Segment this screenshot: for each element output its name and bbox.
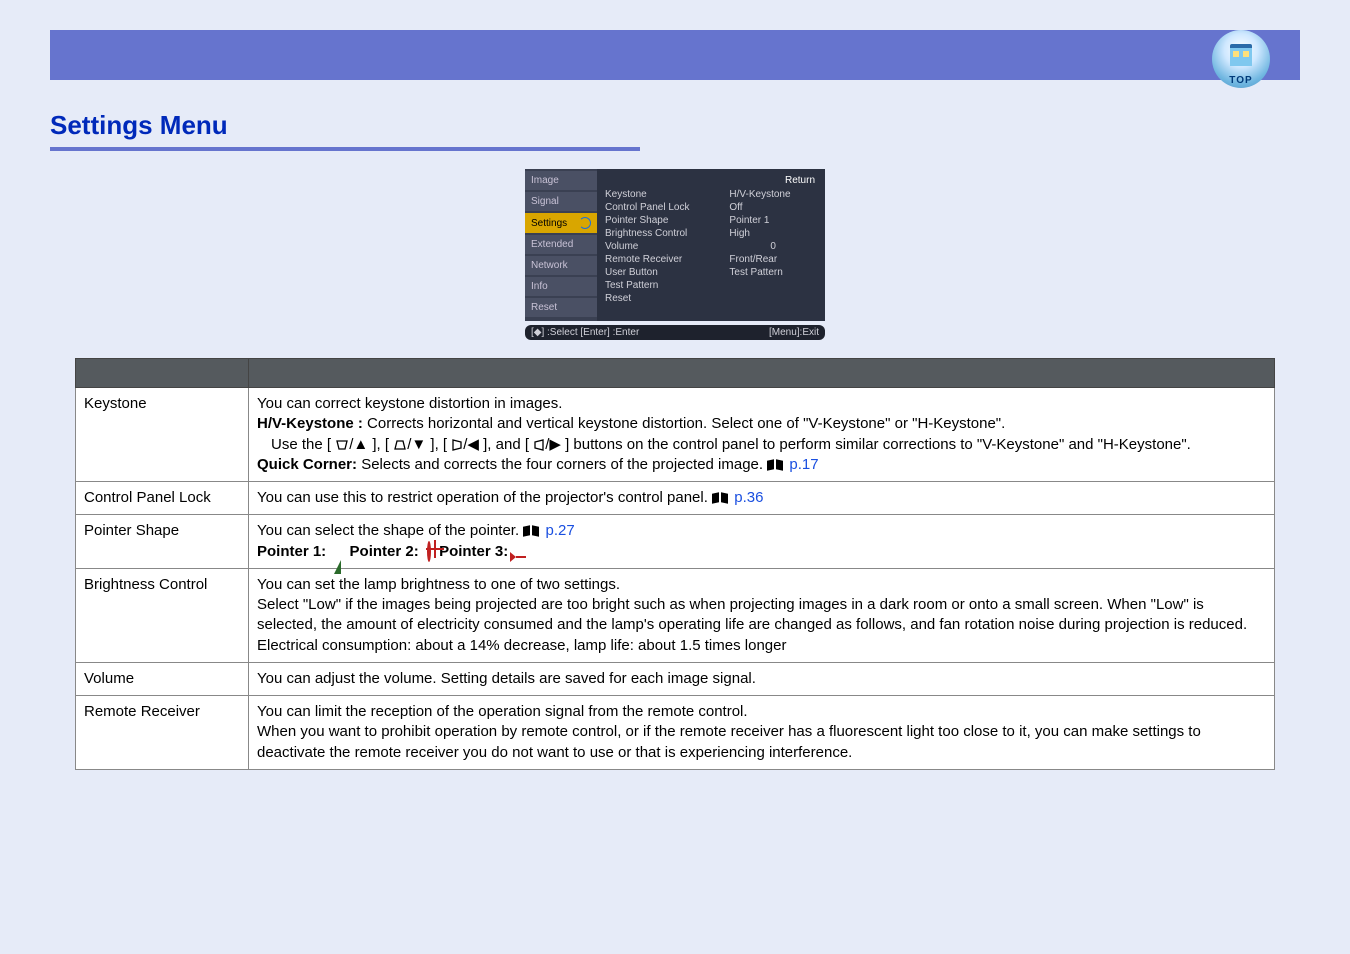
osd-item-info: Info (525, 277, 597, 296)
header-bar: TOP (50, 30, 1300, 80)
link-p27[interactable]: p.27 (545, 522, 574, 539)
row-desc-cpl: You can use this to restrict operation o… (249, 482, 1275, 515)
row-label-volume: Volume (76, 662, 249, 695)
keystone-wide-top-icon (335, 439, 349, 451)
keystone-wide-bottom-icon (393, 439, 407, 451)
keystone-wide-right-icon (533, 438, 545, 452)
table-row: Remote Receiver You can limit the recept… (76, 696, 1275, 770)
link-p17[interactable]: p.17 (789, 456, 818, 473)
row-label-brightness: Brightness Control (76, 568, 249, 662)
row-label-remote: Remote Receiver (76, 696, 249, 770)
row-desc-pointer: You can select the shape of the pointer.… (249, 515, 1275, 569)
page-title: Settings Menu (50, 110, 1300, 141)
table-row: Control Panel Lock You can use this to r… (76, 482, 1275, 515)
table-row: Volume You can adjust the volume. Settin… (76, 662, 1275, 695)
pointer2-icon (427, 542, 431, 562)
osd-footer: [◆] :Select [Enter] :Enter [Menu]:Exit (525, 325, 825, 340)
osd-right-panel: Return KeystoneH/V-Keystone Control Pane… (597, 169, 825, 321)
row-desc-keystone: You can correct keystone distortion in i… (249, 388, 1275, 482)
osd-item-image: Image (525, 171, 597, 190)
book-icon (767, 460, 783, 470)
title-underline (50, 147, 640, 151)
top-home-badge[interactable]: TOP (1212, 30, 1270, 88)
osd-left-menu: Image Signal Settings Extended Network I… (525, 169, 597, 321)
table-header-name (76, 359, 249, 388)
top-badge-text: TOP (1229, 75, 1252, 86)
row-desc-remote: You can limit the reception of the opera… (249, 696, 1275, 770)
settings-table: Keystone You can correct keystone distor… (75, 358, 1275, 770)
osd-item-network: Network (525, 256, 597, 275)
osd-item-signal: Signal (525, 192, 597, 211)
table-row: Pointer Shape You can select the shape o… (76, 515, 1275, 569)
refresh-icon (579, 217, 591, 229)
table-header-desc (249, 359, 1275, 388)
row-desc-brightness: You can set the lamp brightness to one o… (249, 568, 1275, 662)
osd-screenshot: Image Signal Settings Extended Network I… (525, 169, 825, 340)
row-label-cpl: Control Panel Lock (76, 482, 249, 515)
osd-item-reset: Reset (525, 298, 597, 317)
keystone-wide-left-icon (451, 438, 463, 452)
row-label-pointer: Pointer Shape (76, 515, 249, 569)
pointer1-icon (334, 542, 341, 562)
table-row: Brightness Control You can set the lamp … (76, 568, 1275, 662)
table-row: Keystone You can correct keystone distor… (76, 388, 1275, 482)
osd-item-settings: Settings (525, 213, 597, 233)
book-icon (712, 493, 728, 503)
osd-item-extended: Extended (525, 235, 597, 254)
book-icon (523, 526, 539, 536)
home-icon (1230, 44, 1252, 66)
row-label-keystone: Keystone (76, 388, 249, 482)
osd-return: Return (603, 173, 819, 188)
link-p36[interactable]: p.36 (734, 489, 763, 506)
row-desc-volume: You can adjust the volume. Setting detai… (249, 662, 1275, 695)
